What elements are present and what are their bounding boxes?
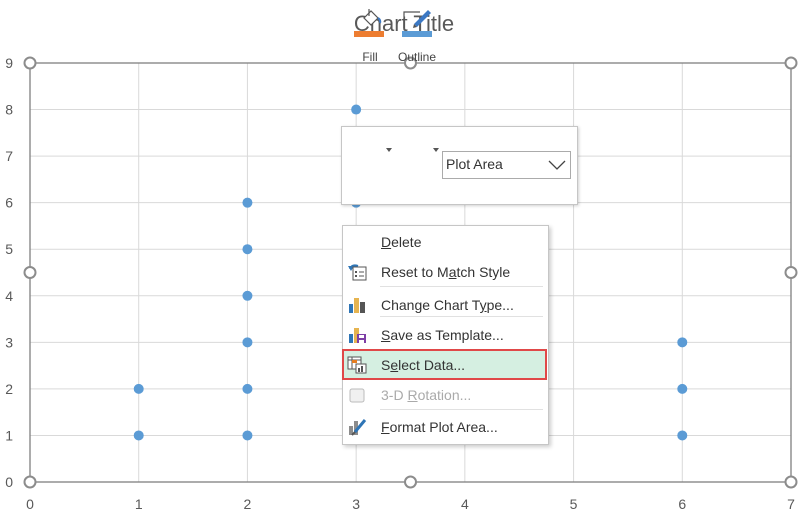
menu-item-label: Select Data... bbox=[381, 357, 466, 373]
resize-handle[interactable] bbox=[784, 475, 798, 489]
accelerator-key: D bbox=[381, 234, 392, 250]
y-tick-label: 0 bbox=[5, 474, 13, 490]
fill-label: Fill bbox=[362, 50, 378, 64]
chart-element-value: Plot Area bbox=[446, 156, 503, 172]
fill-button[interactable]: Fill bbox=[350, 6, 390, 72]
fill-color-bar bbox=[354, 31, 384, 37]
x-tick-label: 2 bbox=[244, 496, 252, 512]
y-tick-label: 6 bbox=[5, 195, 13, 211]
menu-item-label: 3-D Rotation... bbox=[381, 387, 472, 403]
menu-item-select-data[interactable]: Select Data... bbox=[342, 351, 547, 379]
data-point[interactable] bbox=[133, 430, 144, 441]
pen-outline-icon bbox=[403, 10, 431, 28]
x-tick-label: 4 bbox=[461, 496, 469, 512]
data-point[interactable] bbox=[242, 430, 253, 441]
chart-type-icon bbox=[347, 296, 365, 314]
paint-bucket-icon bbox=[363, 9, 382, 26]
outline-dropdown-caret[interactable] bbox=[433, 148, 439, 152]
x-tick-label: 0 bbox=[26, 496, 34, 512]
menu-item-delete[interactable]: Delete bbox=[342, 228, 547, 256]
outline-color-bar bbox=[402, 31, 432, 37]
y-tick-label: 3 bbox=[5, 334, 13, 350]
accelerator-key: F bbox=[381, 419, 390, 435]
x-tick-label: 7 bbox=[787, 496, 795, 512]
y-tick-label: 7 bbox=[5, 148, 13, 164]
accelerator-key: S bbox=[381, 327, 391, 343]
y-tick-label: 1 bbox=[5, 427, 13, 443]
y-tick-label: 4 bbox=[5, 288, 13, 304]
menu-item-3d-rotation: 3-D Rotation... bbox=[342, 381, 547, 409]
data-point[interactable] bbox=[242, 337, 253, 348]
chart-element-select[interactable]: Plot Area bbox=[442, 151, 571, 179]
accelerator-key: a bbox=[448, 264, 457, 280]
menu-separator bbox=[380, 316, 543, 317]
y-tick-label: 9 bbox=[5, 55, 13, 71]
resize-handle[interactable] bbox=[784, 266, 798, 279]
menu-item-label: Save as Template... bbox=[381, 327, 504, 343]
data-point[interactable] bbox=[242, 244, 253, 255]
accelerator-key: e bbox=[390, 357, 399, 373]
menu-separator bbox=[380, 409, 543, 410]
menu-separator bbox=[380, 286, 543, 287]
format-plot-area-icon bbox=[347, 418, 367, 436]
outline-button[interactable]: Outline bbox=[394, 6, 440, 72]
y-tick-label: 5 bbox=[5, 241, 13, 257]
menu-item-label: Delete bbox=[381, 234, 422, 250]
data-point[interactable] bbox=[242, 290, 253, 301]
data-point[interactable] bbox=[242, 197, 253, 208]
accelerator-key: y bbox=[479, 297, 487, 313]
y-tick-label: 8 bbox=[5, 102, 13, 118]
data-point[interactable] bbox=[242, 383, 253, 394]
menu-item-label: Change Chart Type... bbox=[381, 297, 514, 313]
x-tick-label: 1 bbox=[135, 496, 143, 512]
menu-item-label: Format Plot Area... bbox=[381, 419, 498, 435]
resize-handle[interactable] bbox=[23, 266, 37, 279]
data-point[interactable] bbox=[677, 337, 688, 348]
menu-item-change-chart-type[interactable]: Change Chart Type... bbox=[342, 291, 547, 319]
select-data-icon bbox=[347, 356, 367, 374]
menu-item-save-as-template[interactable]: Save as Template... bbox=[342, 321, 547, 349]
resize-handle[interactable] bbox=[784, 56, 798, 70]
3d-rotation-icon bbox=[347, 386, 365, 404]
reset-style-icon bbox=[347, 263, 367, 281]
x-tick-label: 3 bbox=[352, 496, 360, 512]
outline-label: Outline bbox=[397, 50, 437, 64]
resize-handle[interactable] bbox=[23, 56, 37, 70]
resize-handle[interactable] bbox=[23, 475, 37, 489]
data-point[interactable] bbox=[677, 383, 688, 394]
data-point[interactable] bbox=[133, 383, 144, 394]
x-tick-label: 5 bbox=[570, 496, 578, 512]
accelerator-key: R bbox=[407, 387, 418, 403]
save-template-icon bbox=[347, 326, 366, 344]
fill-dropdown-caret[interactable] bbox=[386, 148, 392, 152]
data-point[interactable] bbox=[351, 104, 362, 115]
resize-handle[interactable] bbox=[404, 475, 417, 489]
y-tick-label: 2 bbox=[5, 381, 13, 397]
menu-item-reset-to-match-style[interactable]: Reset to Match Style bbox=[342, 258, 547, 286]
chevron-down-icon bbox=[548, 160, 566, 170]
menu-item-label: Reset to Match Style bbox=[381, 264, 511, 280]
data-point[interactable] bbox=[677, 430, 688, 441]
x-tick-label: 6 bbox=[678, 496, 686, 512]
menu-item-format-plot-area[interactable]: Format Plot Area... bbox=[342, 413, 547, 441]
